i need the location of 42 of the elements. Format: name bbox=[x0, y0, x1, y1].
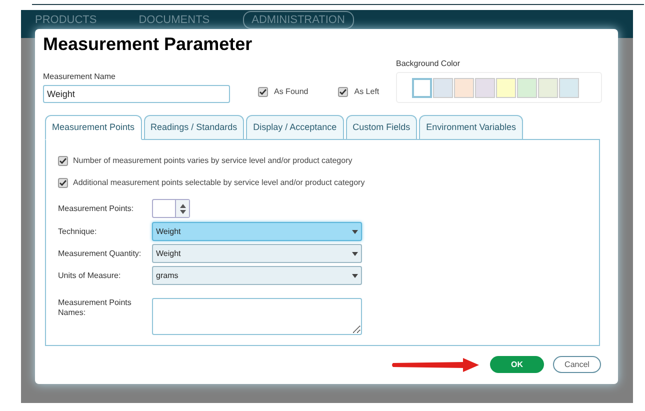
color-swatch[interactable] bbox=[454, 78, 474, 98]
checkbox[interactable] bbox=[58, 156, 68, 166]
color-swatch[interactable] bbox=[433, 78, 453, 98]
field-label: Technique: bbox=[58, 226, 98, 236]
color-swatch[interactable] bbox=[412, 78, 432, 98]
color-swatch[interactable] bbox=[517, 78, 537, 98]
field-label: Measurement Points Names: bbox=[58, 298, 132, 318]
checkbox-label: As Left bbox=[354, 86, 380, 98]
dropdown[interactable]: grams bbox=[152, 266, 362, 285]
color-swatch[interactable] bbox=[538, 78, 558, 98]
tab[interactable]: Display / Acceptance bbox=[246, 115, 344, 140]
color-swatch[interactable] bbox=[496, 78, 516, 98]
field-label: Units of Measure: bbox=[58, 270, 122, 280]
arrow-icon bbox=[391, 358, 481, 372]
caret-icon bbox=[352, 230, 358, 234]
checkbox-label: Additional measurement points selectable by service level and/or product category bbox=[73, 177, 365, 189]
color-swatch[interactable] bbox=[475, 78, 495, 98]
caret-icon bbox=[352, 274, 358, 278]
checkbox[interactable] bbox=[338, 87, 348, 97]
number-spinner[interactable] bbox=[152, 199, 190, 218]
dropdown[interactable]: Weight bbox=[152, 244, 362, 263]
checkbox[interactable] bbox=[58, 178, 68, 188]
dropdown[interactable]: Weight bbox=[152, 222, 362, 241]
cancel-button[interactable]: Cancel bbox=[553, 356, 601, 373]
checkbox[interactable] bbox=[258, 87, 268, 97]
spinner-arrows-icon[interactable] bbox=[180, 204, 186, 214]
tab[interactable]: Environment Variables bbox=[419, 115, 524, 140]
name-field[interactable]: Weight bbox=[43, 85, 230, 103]
field-label: Background Color bbox=[396, 58, 462, 70]
tab[interactable]: Measurement Points bbox=[45, 115, 142, 140]
tab[interactable]: Custom Fields bbox=[346, 115, 418, 140]
ok-button[interactable]: OK bbox=[490, 356, 544, 373]
text-area[interactable] bbox=[152, 298, 362, 335]
caret-icon bbox=[352, 252, 358, 256]
dialog-title: Measurement Parameter bbox=[43, 33, 254, 55]
checkbox-label: Number of measurement points varies by service level and/or product category bbox=[73, 155, 352, 167]
field-label: Measurement Name bbox=[43, 71, 116, 83]
color-swatch[interactable] bbox=[559, 78, 579, 98]
checkbox-label: As Found bbox=[274, 86, 308, 98]
field-label: Measurement Points: bbox=[58, 204, 135, 214]
tab[interactable]: Readings / Standards bbox=[144, 115, 244, 140]
field-label: Measurement Quantity: bbox=[58, 248, 142, 258]
